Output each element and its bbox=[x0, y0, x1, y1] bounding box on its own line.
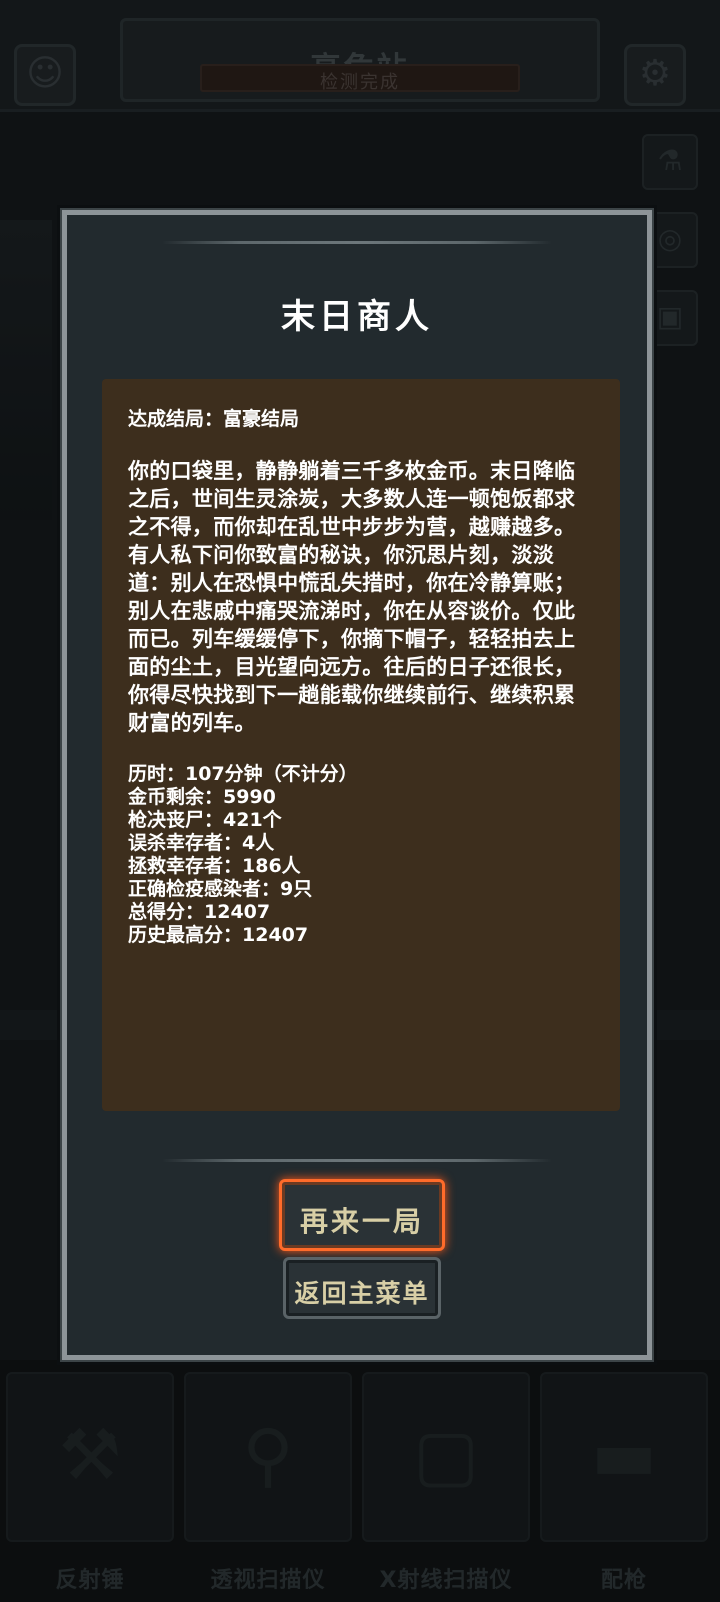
stat-total-score: 总得分：12407 bbox=[128, 901, 271, 923]
top-divider bbox=[162, 241, 552, 244]
main-menu-label: 返回主菜单 bbox=[294, 1279, 430, 1308]
dialog-title: 末日商人 bbox=[281, 297, 433, 337]
play-again-button[interactable]: 再来一局 bbox=[279, 1179, 445, 1251]
bottom-divider bbox=[162, 1159, 552, 1162]
stat-survivors-killed: 误杀幸存者：4人 bbox=[128, 832, 275, 854]
stat-zombies-shot: 枪决丧尸：421个 bbox=[128, 809, 282, 831]
stats-list: 历时：107分钟（不计分） 金币剩余：5990 枪决丧尸：421个 误杀幸存者：… bbox=[128, 763, 594, 947]
main-menu-button[interactable]: 返回主菜单 bbox=[283, 1257, 441, 1319]
story-text: 你的口袋里，静静躺着三千多枚金币。末日降临之后，世间生灵涂炭，大多数人连一顿饱饭… bbox=[128, 459, 576, 735]
stat-coins-remaining: 金币剩余：5990 bbox=[128, 786, 276, 808]
stat-survivors-saved: 拯救幸存者：186人 bbox=[128, 855, 301, 877]
stat-best-score: 历史最高分：12407 bbox=[128, 924, 309, 946]
play-again-label: 再来一局 bbox=[299, 1205, 424, 1238]
ending-dialog: 末日商人 达成结局：富豪结局 你的口袋里，静静躺着三千多枚金币。末日降临之后，世… bbox=[62, 210, 652, 1360]
stat-infected-quarantined: 正确检疫感染者：9只 bbox=[128, 878, 313, 900]
ending-label: 达成结局：富豪结局 bbox=[128, 408, 300, 430]
story-panel: 达成结局：富豪结局 你的口袋里，静静躺着三千多枚金币。末日降临之后，世间生灵涂炭… bbox=[102, 379, 620, 1111]
stat-elapsed-time: 历时：107分钟（不计分） bbox=[128, 763, 358, 785]
